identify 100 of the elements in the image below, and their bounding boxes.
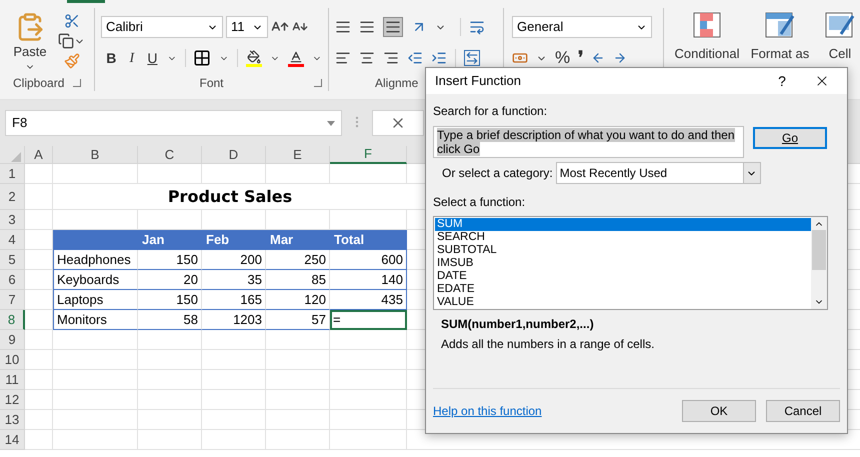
- table-cell: 250: [266, 250, 330, 270]
- table-header-cell: Mar: [266, 230, 330, 250]
- empty-cell: [266, 390, 330, 410]
- table-cell: 58: [138, 310, 202, 330]
- expand-icon[interactable]: [314, 79, 322, 87]
- empty-cell: [202, 370, 266, 390]
- table-cell: 120: [266, 290, 330, 310]
- indent-increase-icon[interactable]: [431, 50, 447, 66]
- conditional-formatting-button[interactable]: Conditional: [674, 12, 740, 64]
- align-middle-icon[interactable]: [359, 19, 375, 35]
- category-dropdown[interactable]: Most Recently Used: [556, 162, 761, 184]
- column-header[interactable]: D: [202, 146, 266, 164]
- empty-cell: [202, 164, 266, 184]
- empty-cell: [266, 430, 330, 450]
- empty-cell: [202, 390, 266, 410]
- row-header[interactable]: 9: [0, 330, 25, 350]
- table-cell: Headphones: [53, 250, 138, 270]
- font-color-icon[interactable]: [288, 50, 304, 66]
- column-header[interactable]: A: [25, 146, 53, 164]
- row-header[interactable]: 6: [0, 270, 25, 290]
- table-header-cell: Feb: [202, 230, 266, 250]
- expand-icon[interactable]: [73, 79, 81, 87]
- empty-cell: [202, 430, 266, 450]
- format-as-table-button[interactable]: Format as: [750, 12, 810, 64]
- table-cell: 35: [202, 270, 266, 290]
- empty-cell: [138, 430, 202, 450]
- scrollbar[interactable]: [811, 217, 827, 309]
- table-cell: 150: [138, 250, 202, 270]
- function-item[interactable]: SEARCH: [435, 231, 811, 244]
- table-header-cell: Total: [330, 230, 407, 250]
- table-brush-icon: [765, 12, 795, 38]
- help-button[interactable]: ?: [767, 70, 797, 92]
- empty-cell: [266, 330, 330, 350]
- function-item[interactable]: DATE: [435, 270, 811, 283]
- search-label: Search for a function:: [433, 103, 548, 120]
- empty-cell: [202, 330, 266, 350]
- empty-cell: [266, 350, 330, 370]
- row-header[interactable]: 7: [0, 290, 25, 310]
- empty-cell: [138, 164, 202, 184]
- search-field[interactable]: Type a brief description of what you want to do and then click Go: [433, 126, 744, 158]
- empty-cell: [138, 330, 202, 350]
- italic-button[interactable]: I: [126, 48, 138, 68]
- empty-cell: [266, 370, 330, 390]
- column-header[interactable]: E: [266, 146, 330, 164]
- underline-button[interactable]: U: [146, 48, 159, 68]
- font-size-field[interactable]: 11: [226, 16, 268, 38]
- tab-indicator: [67, 0, 105, 3]
- row-header[interactable]: 2: [0, 184, 25, 210]
- row-header[interactable]: 11: [0, 370, 25, 390]
- paste-button[interactable]: Paste: [10, 12, 50, 75]
- fill-color-icon[interactable]: [246, 50, 262, 66]
- function-signature: SUM(number1,number2,...): [440, 316, 595, 333]
- row-header[interactable]: 1: [0, 164, 25, 184]
- align-right-icon[interactable]: [383, 50, 399, 66]
- ok-button[interactable]: OK: [682, 400, 756, 422]
- function-item[interactable]: SUBTOTAL: [435, 244, 811, 257]
- table-cell: 165: [202, 290, 266, 310]
- function-item[interactable]: IMSUB: [435, 257, 811, 270]
- percent-button[interactable]: %: [555, 45, 570, 71]
- bold-button[interactable]: B: [105, 48, 118, 68]
- copy-icon[interactable]: [58, 33, 74, 49]
- column-header[interactable]: C: [138, 146, 202, 164]
- cancel-button[interactable]: Cancel: [766, 400, 840, 422]
- borders-icon[interactable]: [193, 49, 212, 67]
- table-cell: 20: [138, 270, 202, 290]
- row-header[interactable]: 4: [0, 230, 25, 250]
- table-cell: 200: [202, 250, 266, 270]
- function-item[interactable]: EDATE: [435, 283, 811, 296]
- column-header[interactable]: B: [53, 146, 138, 164]
- group-label: Clipboard: [13, 75, 64, 92]
- function-item[interactable]: VALUE: [435, 296, 811, 309]
- indent-decrease-icon[interactable]: [407, 50, 423, 66]
- cell-styles-button[interactable]: Cell: [820, 12, 860, 64]
- table-cell: 57: [266, 310, 330, 330]
- empty-cell: [266, 164, 330, 184]
- help-link[interactable]: Help on this function: [433, 402, 682, 420]
- column-header[interactable]: F: [330, 146, 407, 164]
- empty-cell: [138, 390, 202, 410]
- row-header[interactable]: 5: [0, 250, 25, 270]
- row-header[interactable]: 8: [0, 310, 25, 330]
- category-label: Or select a category:: [442, 165, 553, 182]
- row-header[interactable]: 10: [0, 350, 25, 370]
- font-name-field[interactable]: Calibri: [101, 16, 223, 38]
- wrap-text-icon[interactable]: [469, 19, 485, 35]
- comma-button[interactable]: ❜: [578, 45, 584, 71]
- merge-icon[interactable]: [464, 50, 480, 66]
- align-top-icon[interactable]: [335, 19, 351, 35]
- empty-cell: [202, 350, 266, 370]
- align-left-icon[interactable]: [335, 50, 351, 66]
- go-button[interactable]: Go: [753, 127, 827, 149]
- align-center-icon[interactable]: [359, 50, 375, 66]
- align-bottom-icon[interactable]: [383, 17, 403, 37]
- row-header[interactable]: 14: [0, 430, 25, 450]
- row-header[interactable]: 3: [0, 210, 25, 230]
- table-cell: =: [330, 310, 407, 330]
- row-header[interactable]: 12: [0, 390, 25, 410]
- number-format-field[interactable]: General: [512, 16, 652, 38]
- function-item[interactable]: SUM: [435, 218, 811, 231]
- name-box[interactable]: F8: [5, 110, 342, 136]
- row-header[interactable]: 13: [0, 410, 25, 430]
